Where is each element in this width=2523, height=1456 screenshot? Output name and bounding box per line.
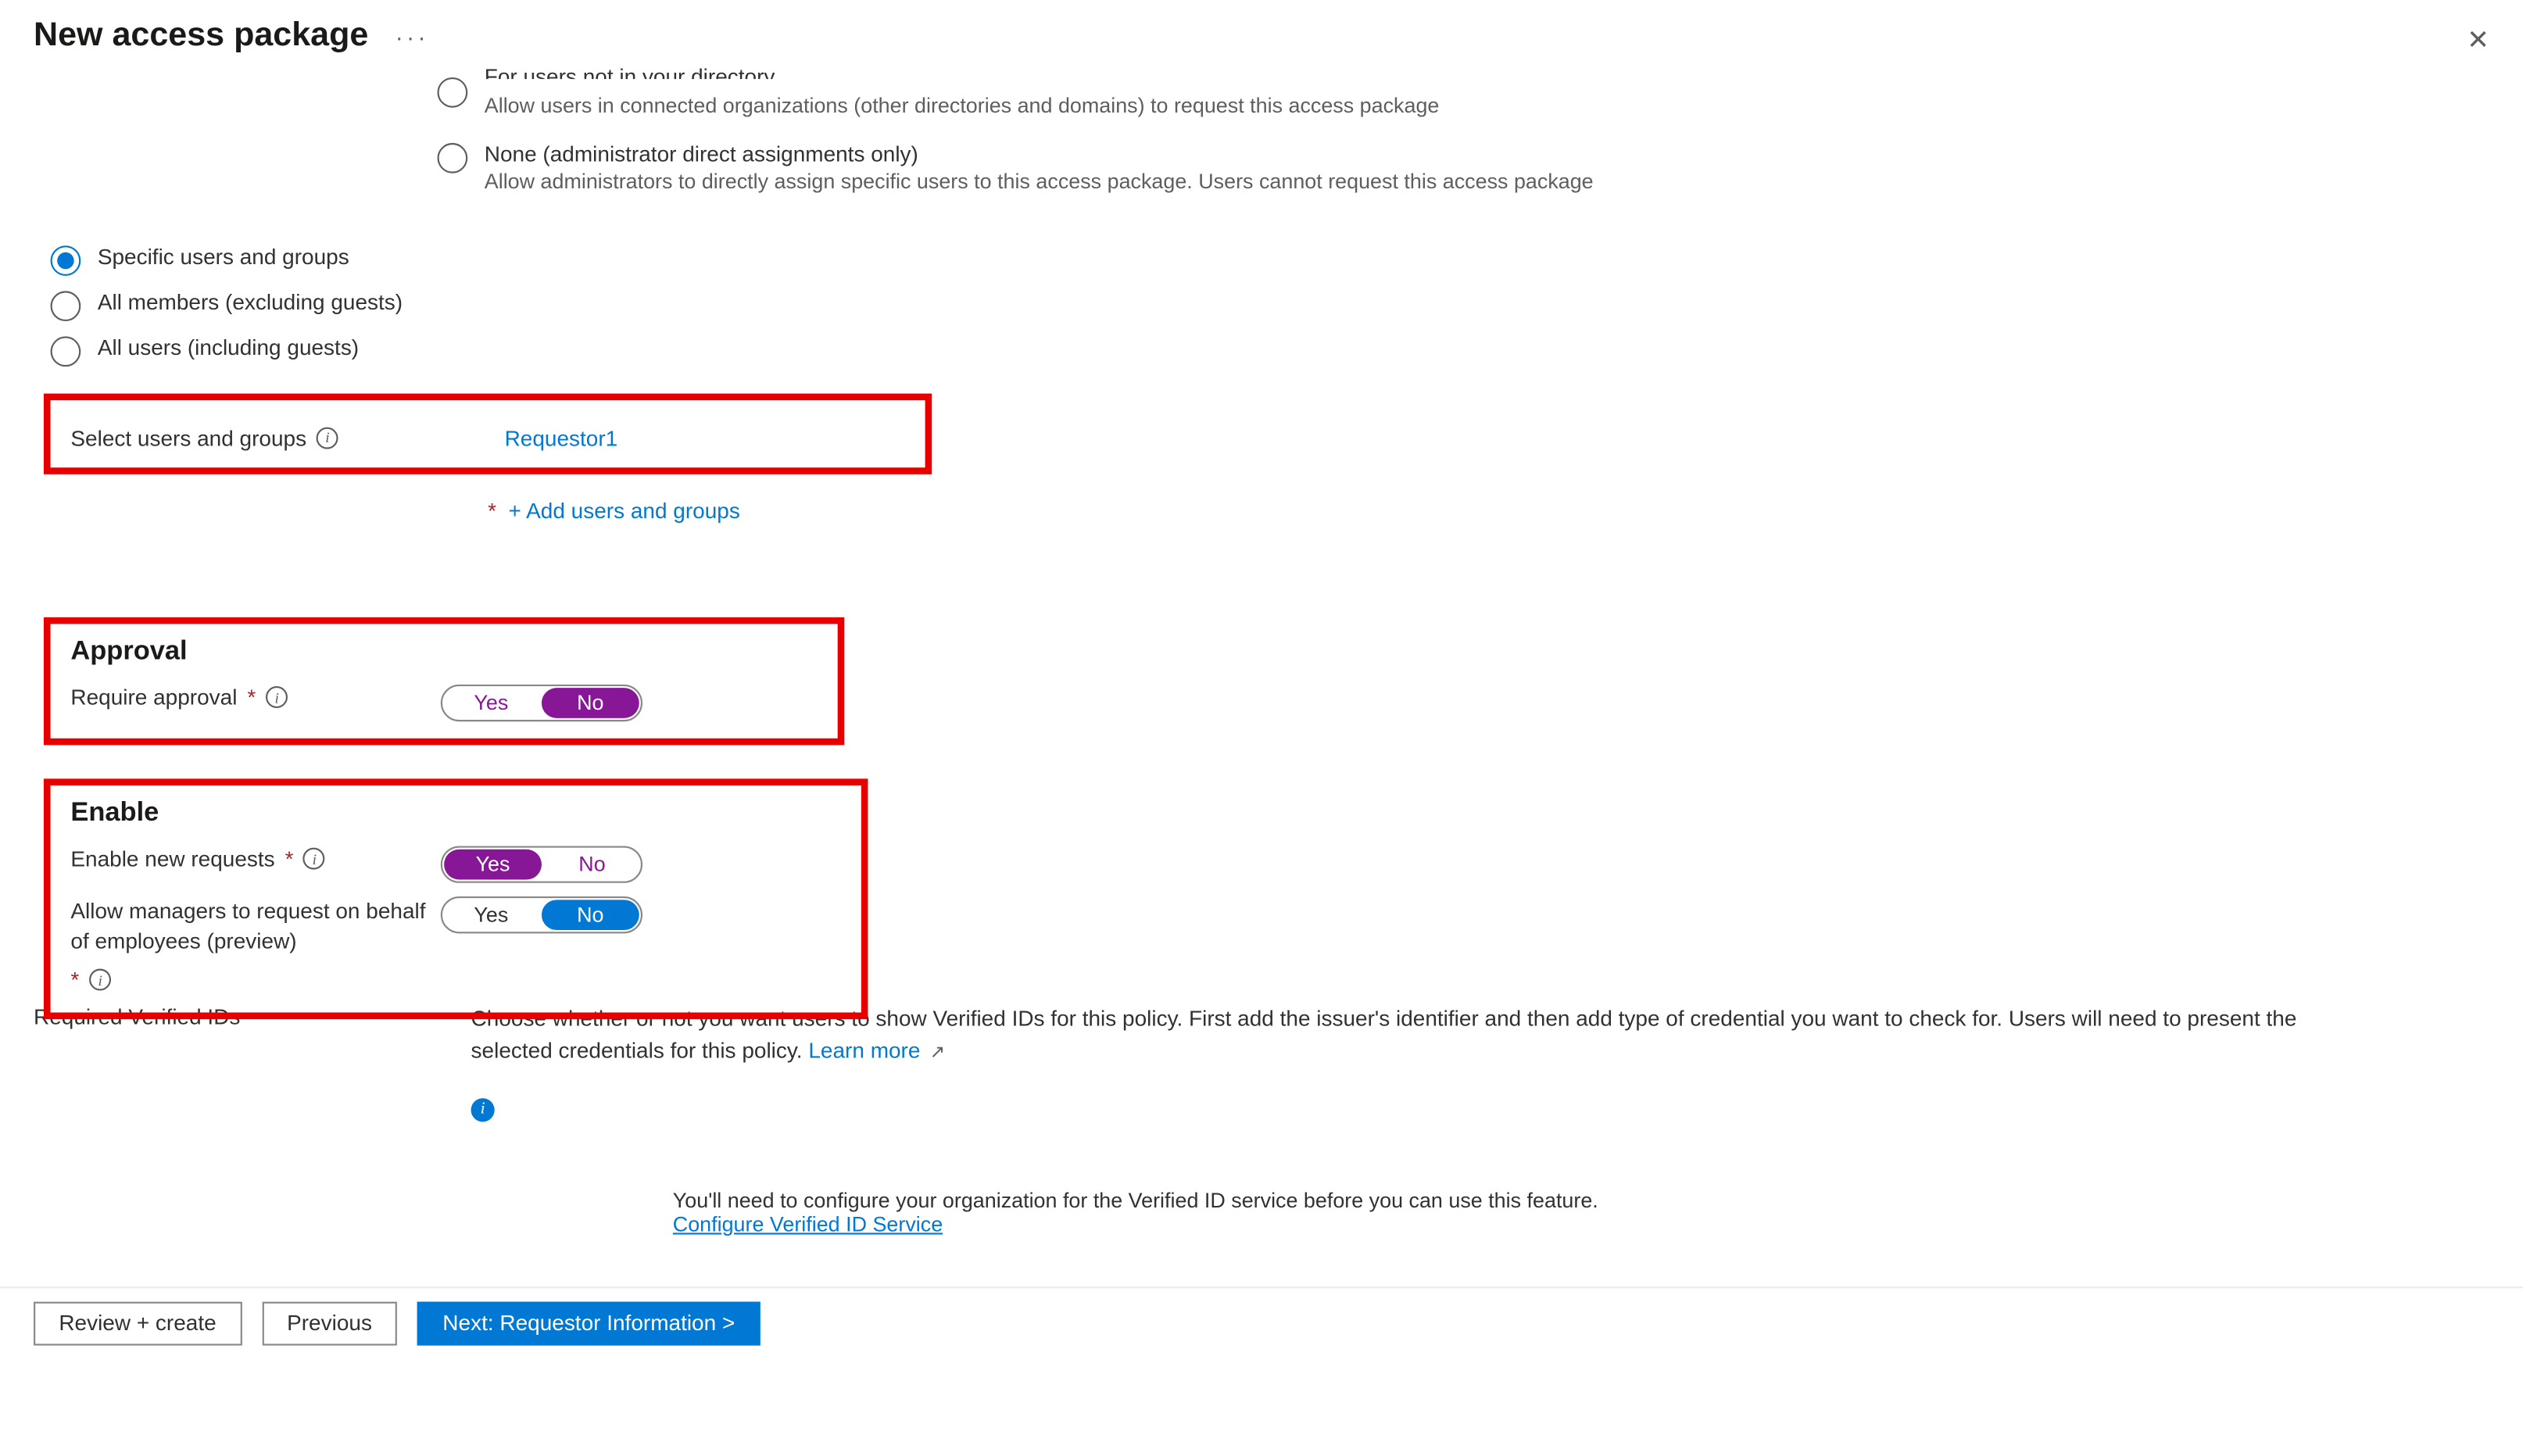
toggle-no: No <box>542 688 639 718</box>
radio-label: For users not in your directory <box>485 64 1440 79</box>
configure-verified-id-link[interactable]: Configure Verified ID Service <box>673 1212 943 1236</box>
directory-scope-group: Specific users and groups All members (e… <box>51 244 2489 367</box>
close-button[interactable]: ✕ <box>2467 23 2489 57</box>
require-approval-toggle[interactable]: Yes No <box>441 685 642 721</box>
toggle-no: No <box>543 848 641 882</box>
verified-id-hint: You'll need to configure your organizati… <box>673 1189 2489 1236</box>
enable-new-requests-label: Enable new requests <box>70 846 274 871</box>
radio-icon <box>438 143 468 174</box>
toggle-yes: Yes <box>444 850 542 880</box>
radio-label: All members (excluding guests) <box>98 289 403 314</box>
radio-all-members[interactable]: All members (excluding guests) <box>51 289 2489 321</box>
wizard-footer: Review + create Previous Next: Requestor… <box>0 1286 2523 1361</box>
review-create-button[interactable]: Review + create <box>34 1301 242 1345</box>
enable-highlight: Enable Enable new requests * i Yes No Al… <box>44 778 868 1020</box>
allow-managers-toggle[interactable]: Yes No <box>441 896 642 933</box>
allow-managers-label: Allow managers to request on behalf of e… <box>70 896 440 957</box>
radio-label: Specific users and groups <box>98 244 349 269</box>
require-approval-label: Require approval <box>70 685 237 710</box>
learn-more-link[interactable]: Learn more <box>808 1037 920 1062</box>
enable-heading: Enable <box>70 799 841 829</box>
radio-icon <box>51 291 81 321</box>
radio-icon <box>51 245 81 276</box>
radio-description: Allow administrators to directly assign … <box>485 170 1594 193</box>
request-scope-group: For users not in your directory Allow us… <box>438 76 2489 194</box>
radio-description: Allow users in connected organizations (… <box>485 95 1440 118</box>
next-button[interactable]: Next: Requestor Information > <box>417 1301 760 1345</box>
more-actions-button[interactable]: ··· <box>395 23 429 49</box>
radio-none-admin[interactable]: None (administrator direct assignments o… <box>438 141 2489 194</box>
info-icon[interactable]: i <box>89 969 111 991</box>
add-users-groups-link[interactable]: + Add users and groups <box>509 498 740 523</box>
requestor-chip[interactable]: Requestor1 <box>505 424 618 449</box>
toggle-yes: Yes <box>442 686 540 720</box>
enable-new-requests-toggle[interactable]: Yes No <box>441 846 642 882</box>
radio-specific-users[interactable]: Specific users and groups <box>51 244 2489 276</box>
info-icon[interactable]: i <box>471 1098 495 1122</box>
info-icon[interactable]: i <box>317 427 338 449</box>
radio-all-users[interactable]: All users (including guests) <box>51 334 2489 367</box>
select-users-label: Select users and groups <box>70 424 306 449</box>
toggle-yes: Yes <box>442 898 540 932</box>
radio-not-in-directory[interactable]: For users not in your directory Allow us… <box>438 76 2489 118</box>
radio-label: None (administrator direct assignments o… <box>485 141 918 166</box>
approval-heading: Approval <box>70 638 817 668</box>
previous-button[interactable]: Previous <box>262 1301 397 1345</box>
radio-label: All users (including guests) <box>98 334 359 360</box>
toggle-no: No <box>542 900 639 930</box>
select-users-highlight: Select users and groups i Requestor1 <box>44 394 932 474</box>
approval-highlight: Approval Require approval * i Yes No <box>44 617 844 746</box>
info-icon[interactable]: i <box>266 686 288 708</box>
radio-icon <box>438 77 468 108</box>
external-link-icon: ↗ <box>930 1043 946 1063</box>
page-title: New access package <box>34 17 368 55</box>
info-icon[interactable]: i <box>303 848 325 870</box>
radio-icon <box>51 336 81 367</box>
page-header: New access package ··· ✕ <box>0 0 2523 66</box>
required-star: * <box>488 498 496 523</box>
